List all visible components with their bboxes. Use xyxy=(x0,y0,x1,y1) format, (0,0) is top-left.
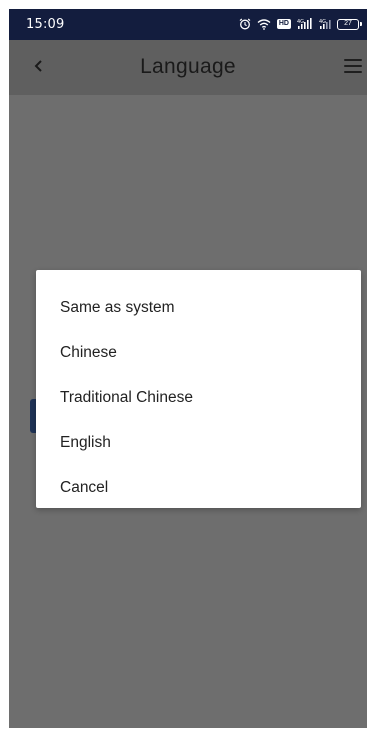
language-dialog: Same as system Chinese Traditional Chine… xyxy=(36,270,361,508)
option-chinese[interactable]: Chinese xyxy=(36,330,361,375)
svg-text:4G: 4G xyxy=(297,19,304,25)
app-header: Language xyxy=(9,40,367,95)
hd-icon: HD xyxy=(276,19,291,29)
cancel-button[interactable]: Cancel xyxy=(36,465,361,510)
option-english[interactable]: English xyxy=(36,420,361,465)
battery-icon: 27 xyxy=(337,18,362,30)
page-title: Language xyxy=(140,55,236,78)
svg-text:4G: 4G xyxy=(319,19,326,25)
signal-4g-2-icon: 4G xyxy=(319,18,331,30)
status-bar: 15:09 HD 4G 4G 27 xyxy=(9,9,367,40)
wifi-icon xyxy=(257,18,271,30)
hamburger-menu-icon xyxy=(344,59,362,61)
option-traditional-chinese[interactable]: Traditional Chinese xyxy=(36,375,361,420)
alarm-icon xyxy=(239,18,251,30)
option-same-as-system[interactable]: Same as system xyxy=(36,285,361,330)
status-icons: HD 4G 4G 27 xyxy=(239,16,362,32)
status-time: 15:09 xyxy=(26,17,65,32)
signal-4g-icon: 4G xyxy=(297,18,313,30)
phone-screen: 15:09 HD 4G 4G 27 Language Same as syste… xyxy=(9,9,367,728)
menu-button[interactable] xyxy=(344,57,364,75)
